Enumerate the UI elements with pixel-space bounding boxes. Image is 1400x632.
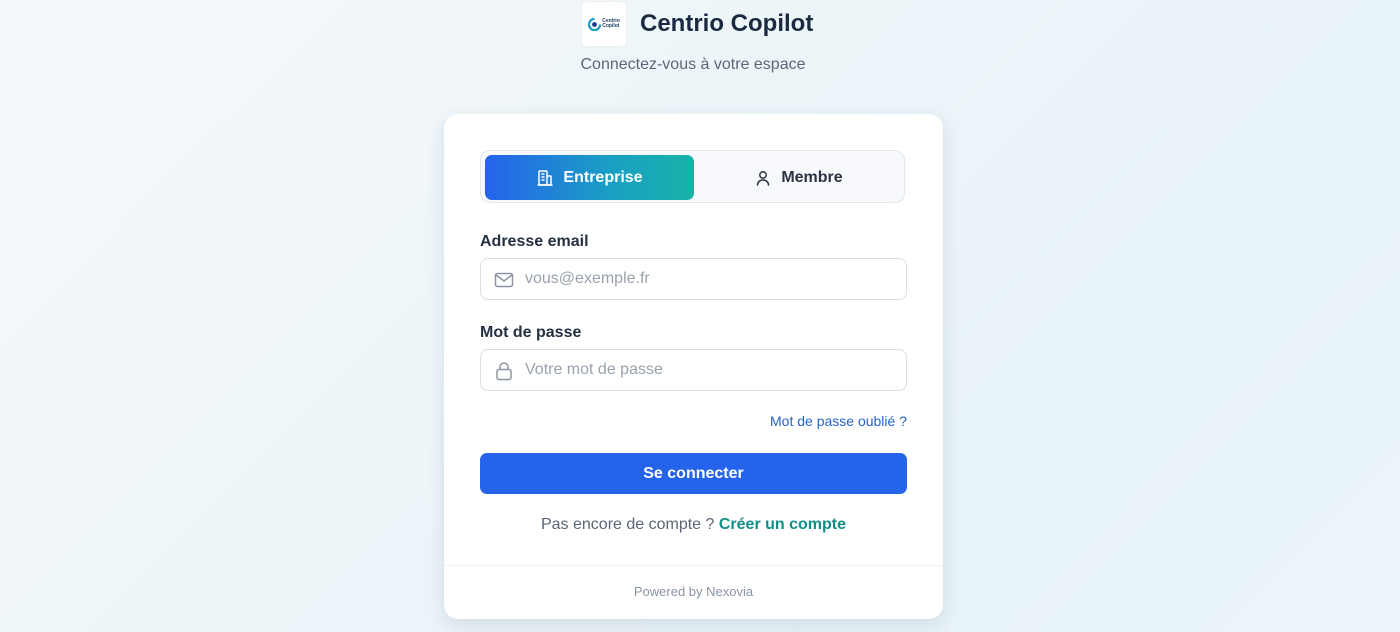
password-input[interactable] xyxy=(525,350,895,390)
tab-membre-label: Membre xyxy=(781,168,843,186)
password-field-wrapper xyxy=(480,349,907,391)
email-field-wrapper xyxy=(480,258,907,300)
mail-icon xyxy=(494,270,514,290)
brand-header: Centrio Copilot Centrio Copilot xyxy=(582,2,813,46)
lock-icon xyxy=(494,361,514,381)
brand-logo: Centrio Copilot xyxy=(582,2,626,46)
tab-entreprise[interactable]: Entreprise xyxy=(485,155,694,200)
login-button[interactable]: Se connecter xyxy=(480,453,907,494)
email-label: Adresse email xyxy=(480,233,589,250)
app-title: Centrio Copilot xyxy=(640,10,814,37)
login-page: Centrio Copilot Centrio Copilot Connecte… xyxy=(0,0,1400,632)
building-icon xyxy=(536,169,554,187)
tab-membre[interactable]: Membre xyxy=(694,155,903,200)
page-subtitle: Connectez-vous à votre espace xyxy=(580,56,806,73)
email-input[interactable] xyxy=(525,259,895,299)
signup-row: Pas encore de compte ? Créer un compte xyxy=(444,516,943,534)
logo-wordmark: Centrio Copilot xyxy=(602,19,620,29)
powered-by: Powered by Nexovia xyxy=(633,584,754,599)
signup-prompt: Pas encore de compte ? xyxy=(540,516,719,533)
login-card: Entreprise Membre Adresse email vous@exe… xyxy=(444,114,943,619)
password-label: Mot de passe xyxy=(480,324,582,341)
card-divider xyxy=(444,565,943,566)
tab-entreprise-label: Entreprise xyxy=(563,168,643,186)
logo-wordmark-line2: Copilot xyxy=(602,23,620,29)
account-type-toggle: Entreprise Membre xyxy=(480,150,905,203)
create-account-link[interactable]: Créer un compte xyxy=(719,516,846,533)
logo-mark: Centrio Copilot xyxy=(588,17,620,31)
forgot-password-link[interactable]: Mot de passe oublié ? xyxy=(770,413,907,429)
logo-swirl-icon xyxy=(588,17,602,31)
user-icon xyxy=(754,169,772,187)
